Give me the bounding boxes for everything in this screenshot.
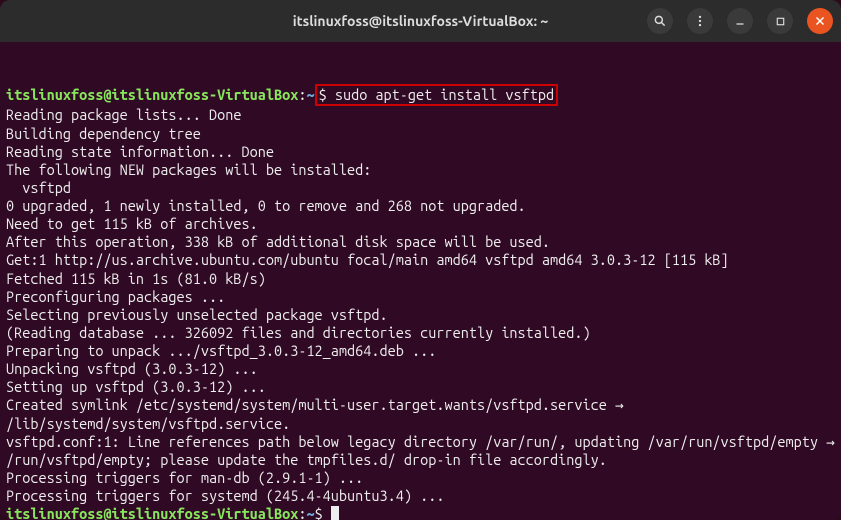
output-line: Processing triggers for systemd (245.4-4… [6, 487, 835, 505]
menu-button[interactable] [687, 8, 713, 34]
titlebar-controls [647, 8, 833, 34]
output-line: Reading package lists... Done [6, 106, 835, 124]
prompt-dollar: $ [319, 86, 335, 103]
output-line: 0 upgraded, 1 newly installed, 0 to remo… [6, 197, 835, 215]
output-line: (Reading database ... 326092 files and d… [6, 324, 835, 342]
output-line: Building dependency tree [6, 125, 835, 143]
output-line: Unpacking vsftpd (3.0.3-12) ... [6, 360, 835, 378]
output-line: vsftpd [6, 179, 835, 197]
close-button[interactable] [807, 8, 833, 34]
menu-icon [693, 14, 707, 28]
terminal-body[interactable]: itslinuxfoss@itslinuxfoss-VirtualBox:~$ … [0, 42, 841, 520]
output-line: Setting up vsftpd (3.0.3-12) ... [6, 378, 835, 396]
prompt-user-host: itslinuxfoss@itslinuxfoss-VirtualBox [6, 86, 298, 103]
prompt-line-2: itslinuxfoss@itslinuxfoss-VirtualBox:~$ [6, 505, 835, 520]
output-line: After this operation, 338 kB of addition… [6, 233, 835, 251]
close-icon [814, 15, 826, 27]
titlebar[interactable]: itslinuxfoss@itslinuxfoss-VirtualBox: ~ [0, 0, 841, 42]
output-line: Preconfiguring packages ... [6, 288, 835, 306]
prompt-path: ~ [306, 86, 314, 103]
maximize-button[interactable] [767, 8, 793, 34]
output-line: Created symlink /etc/systemd/system/mult… [6, 396, 835, 432]
output-line: Preparing to unpack .../vsftpd_3.0.3-12_… [6, 342, 835, 360]
output-line: Fetched 115 kB in 1s (81.0 kB/s) [6, 270, 835, 288]
output-line: vsftpd.conf:1: Line references path belo… [6, 433, 835, 469]
search-icon [653, 14, 667, 28]
terminal-window: itslinuxfoss@itslinuxfoss-VirtualBox: ~ … [0, 0, 841, 520]
cursor [331, 506, 339, 520]
prompt-path: ~ [306, 505, 314, 520]
maximize-icon [775, 16, 786, 27]
command-highlight: $ sudo apt-get install vsftpd [315, 84, 559, 106]
minimize-icon [734, 15, 746, 27]
command-text: sudo apt-get install vsftpd [335, 86, 554, 103]
prompt-line-1: itslinuxfoss@itslinuxfoss-VirtualBox:~$ … [6, 84, 835, 106]
minimize-button[interactable] [727, 8, 753, 34]
output-line: Processing triggers for man-db (2.9.1-1)… [6, 469, 835, 487]
output-line: Need to get 115 kB of archives. [6, 215, 835, 233]
output-line: Reading state information... Done [6, 143, 835, 161]
window-title: itslinuxfoss@itslinuxfoss-VirtualBox: ~ [293, 13, 549, 29]
output-line: Get:1 http://us.archive.ubuntu.com/ubunt… [6, 251, 835, 269]
prompt-user-host: itslinuxfoss@itslinuxfoss-VirtualBox [6, 505, 298, 520]
output-line: Selecting previously unselected package … [6, 306, 835, 324]
prompt-dollar: $ [315, 505, 331, 520]
search-button[interactable] [647, 8, 673, 34]
output-line: The following NEW packages will be insta… [6, 161, 835, 179]
